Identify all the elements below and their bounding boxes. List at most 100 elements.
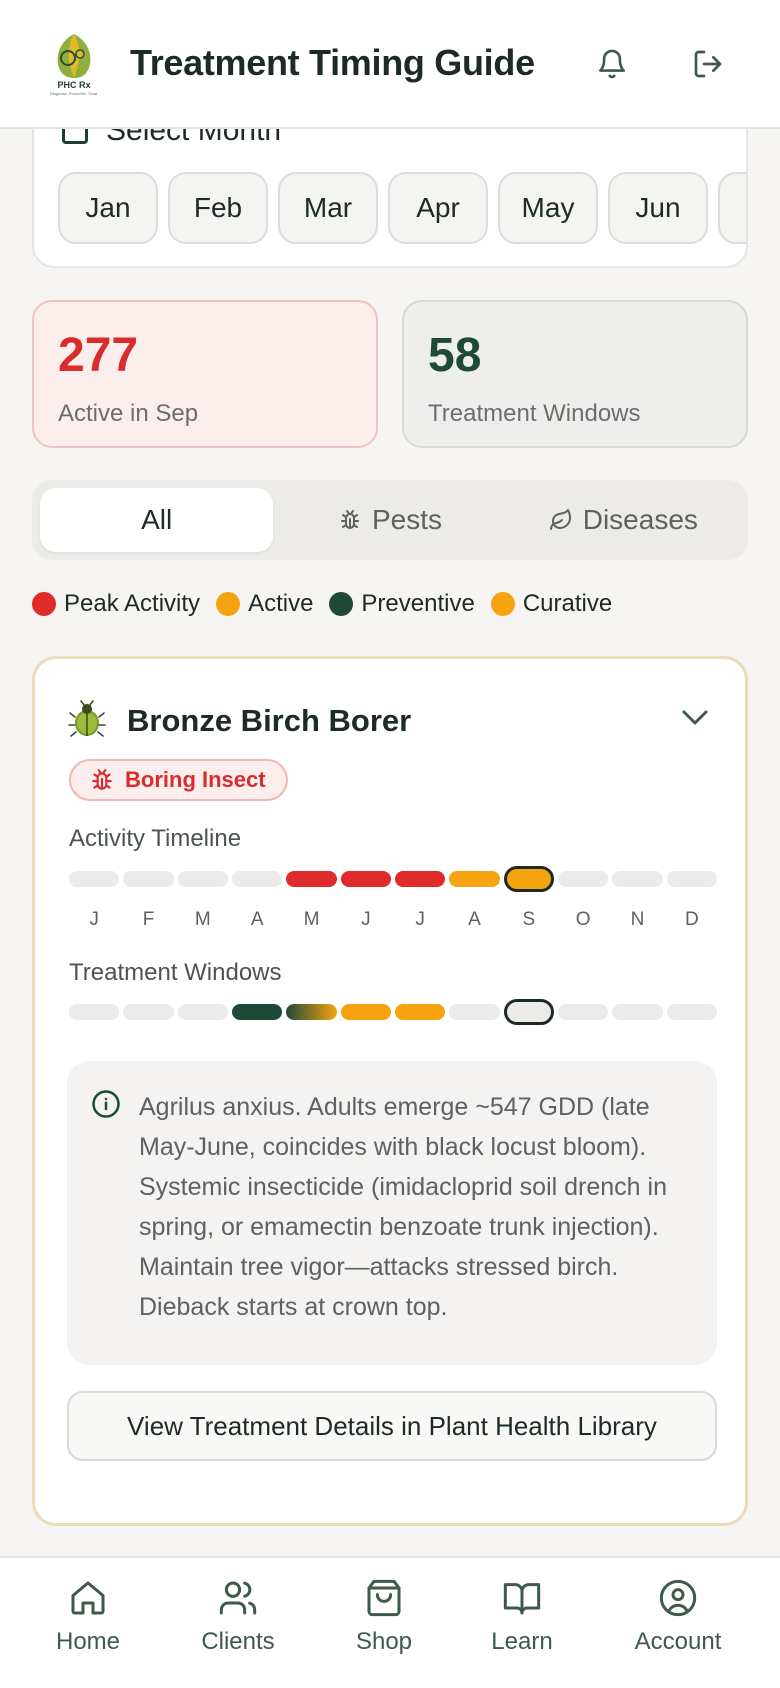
legend-curative: Curative: [490, 590, 612, 618]
logout-button[interactable]: [686, 42, 730, 86]
legend-dot: [490, 592, 515, 616]
activity-segment: [666, 871, 717, 887]
month-chip-mar[interactable]: Mar: [278, 172, 378, 244]
chevron-down-icon[interactable]: [675, 699, 715, 735]
month-letter: N: [630, 909, 645, 930]
info-icon: [92, 1090, 120, 1118]
notifications-button[interactable]: [590, 42, 634, 86]
treatment-windows-label: Treatment Windows: [428, 400, 641, 427]
active-count-label: Active in Sep: [58, 400, 199, 427]
month-chip-jan[interactable]: Jan: [58, 172, 158, 244]
month-chip-may[interactable]: May: [498, 172, 598, 244]
month-letter: J: [361, 909, 371, 930]
month-letter-row: JFMAMJJASOND: [69, 909, 717, 933]
month-chip-apr[interactable]: Apr: [388, 172, 488, 244]
month-letter: J: [415, 909, 425, 930]
activity-timeline: [69, 866, 717, 892]
nav-shop[interactable]: Shop: [324, 1578, 444, 1656]
activity-segment: [558, 871, 609, 887]
nav-learn[interactable]: Learn: [462, 1578, 582, 1656]
month-letter: O: [575, 909, 591, 930]
month-chip-jun[interactable]: Jun: [608, 172, 708, 244]
active-count-value: 277: [58, 329, 139, 382]
svg-text:Diagnose. Prescribe. Treat.: Diagnose. Prescribe. Treat.: [50, 91, 98, 96]
treatment-segment: [612, 1004, 663, 1020]
view-treatment-details-button[interactable]: View Treatment Details in Plant Health L…: [67, 1391, 717, 1461]
app-header: PHC Rx Diagnose. Prescribe. Treat. Treat…: [0, 0, 780, 129]
pest-info-text: Agrilus anxius. Adults emerge ~547 GDD (…: [139, 1093, 667, 1321]
bug-icon: [92, 769, 112, 790]
nav-account[interactable]: Account: [618, 1578, 738, 1656]
month-letter: A: [250, 909, 264, 930]
account-icon: [659, 1579, 697, 1617]
month-chip-partial[interactable]: [718, 172, 746, 244]
leaf-icon: [549, 509, 571, 530]
logout-icon: [694, 50, 722, 78]
legend-dot: [216, 592, 241, 616]
treatment-segment: [395, 1004, 446, 1020]
legend-dot: [32, 592, 56, 616]
beetle-icon: [68, 700, 106, 737]
category-badge: Boring Insect: [69, 759, 288, 801]
treatment-segment: [340, 1004, 391, 1020]
tab-pests[interactable]: Pests: [273, 488, 506, 552]
month-letter: M: [194, 909, 211, 930]
book-icon: [503, 1583, 541, 1615]
bug-icon: [340, 510, 359, 529]
legend-dot: [329, 592, 354, 616]
legend-peak-activity: Peak Activity: [32, 590, 200, 618]
users-icon: [219, 1581, 257, 1615]
treatment-segment: [558, 1004, 609, 1020]
treatment-segment: [286, 1004, 337, 1020]
pest-card: Bronze Birch Borer Boring Insect Activit…: [32, 656, 748, 1526]
tab-all[interactable]: All: [40, 488, 274, 552]
treatment-timeline: [69, 999, 717, 1025]
month-letter: S: [522, 909, 536, 930]
activity-segment: [612, 871, 663, 887]
activity-segment: [449, 871, 500, 887]
treatment-segment: [177, 1004, 228, 1020]
activity-segment: [503, 866, 554, 892]
activity-segment: [177, 871, 228, 887]
treatment-segment: [69, 1004, 120, 1020]
legend-preventive: Preventive: [329, 590, 475, 618]
filter-tabs: All Pests Diseases: [32, 480, 748, 560]
active-count-card[interactable]: 277 Active in Sep: [32, 300, 378, 448]
activity-timeline-label: Activity Timeline: [69, 825, 242, 852]
activity-segment: [69, 871, 120, 887]
svg-text:PHC Rx: PHC Rx: [57, 80, 90, 90]
legend: Peak Activity Active Preventive Curative: [32, 590, 628, 618]
home-icon: [71, 1581, 105, 1615]
month-letter: A: [468, 909, 481, 930]
bottom-nav: Home Clients Shop Learn Account: [0, 1556, 780, 1688]
activity-segment: [123, 871, 174, 887]
treatment-windows-card[interactable]: 58 Treatment Windows: [402, 300, 748, 448]
activity-segment: [286, 871, 337, 887]
nav-clients[interactable]: Clients: [178, 1578, 298, 1656]
page-title: Treatment Timing Guide: [130, 42, 535, 83]
treatment-windows-value: 58: [428, 329, 482, 382]
nav-home[interactable]: Home: [28, 1578, 148, 1656]
activity-segment: [395, 871, 446, 887]
treatment-segment: [232, 1004, 283, 1020]
treatment-segment: [449, 1004, 500, 1020]
month-letter: D: [684, 909, 699, 930]
month-letter: J: [89, 909, 99, 930]
pest-info-box: Agrilus anxius. Adults emerge ~547 GDD (…: [67, 1061, 717, 1365]
month-chip-feb[interactable]: Feb: [168, 172, 268, 244]
treatment-segment: [123, 1004, 174, 1020]
month-chip-row: Jan Feb Mar Apr May Jun: [58, 172, 746, 244]
treatment-windows-label: Treatment Windows: [69, 959, 282, 986]
pest-name: Bronze Birch Borer: [127, 703, 412, 738]
month-letter: F: [142, 909, 155, 930]
bell-icon: [598, 49, 626, 79]
activity-segment: [340, 871, 391, 887]
activity-segment: [232, 871, 283, 887]
month-letter: M: [303, 909, 320, 930]
legend-active: Active: [216, 590, 313, 618]
phc-rx-logo[interactable]: PHC Rx Diagnose. Prescribe. Treat.: [46, 30, 102, 96]
tab-diseases[interactable]: Diseases: [507, 488, 740, 552]
treatment-segment: [503, 999, 554, 1025]
bag-icon: [367, 1579, 401, 1617]
treatment-segment: [666, 1004, 717, 1020]
